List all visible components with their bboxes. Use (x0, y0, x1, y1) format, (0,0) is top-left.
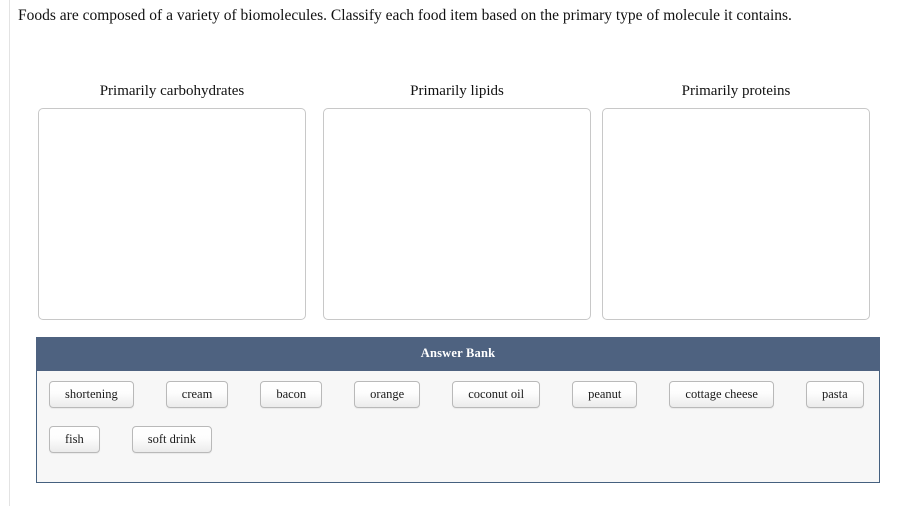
answer-tile-pasta[interactable]: pasta (805, 381, 864, 408)
answer-tile-orange[interactable]: orange (354, 381, 421, 408)
category-columns: Primarily carbohydrates Primarily lipids… (38, 82, 898, 322)
answer-tile-coconut-oil[interactable]: coconut oil (452, 381, 541, 408)
category-column-proteins: Primarily proteins (602, 82, 870, 320)
answer-bank-title: Answer Bank (36, 337, 880, 371)
page-gutter (0, 0, 10, 506)
answer-bank-body: shortening cream bacon orange coconut oi… (36, 371, 880, 483)
activity-page: Foods are composed of a variety of biomo… (10, 0, 900, 506)
answer-tile-cream[interactable]: cream (165, 381, 229, 408)
dropzone-carbohydrates[interactable] (38, 108, 306, 320)
category-label-carbohydrates: Primarily carbohydrates (99, 83, 245, 99)
dropzone-proteins[interactable] (602, 108, 870, 320)
category-column-carbohydrates: Primarily carbohydrates (38, 82, 306, 320)
answer-tile-peanut[interactable]: peanut (572, 381, 638, 408)
answer-tile-bacon[interactable]: bacon (260, 381, 323, 408)
category-label-proteins: Primarily proteins (681, 83, 791, 99)
category-column-lipids: Primarily lipids (323, 82, 591, 320)
answer-tile-shortening[interactable]: shortening (49, 381, 134, 408)
category-label-lipids: Primarily lipids (410, 83, 504, 99)
answer-tile-soft-drink[interactable]: soft drink (131, 426, 213, 453)
answer-tile-row: shortening cream bacon orange coconut oi… (49, 381, 867, 408)
question-prompt: Foods are composed of a variety of biomo… (18, 7, 792, 24)
answer-bank: Answer Bank shortening cream bacon orang… (36, 337, 880, 483)
dropzone-lipids[interactable] (323, 108, 591, 320)
answer-tile-fish[interactable]: fish (49, 426, 100, 453)
answer-tile-row: fish soft drink (49, 426, 867, 453)
answer-tile-cottage-cheese[interactable]: cottage cheese (669, 381, 774, 408)
